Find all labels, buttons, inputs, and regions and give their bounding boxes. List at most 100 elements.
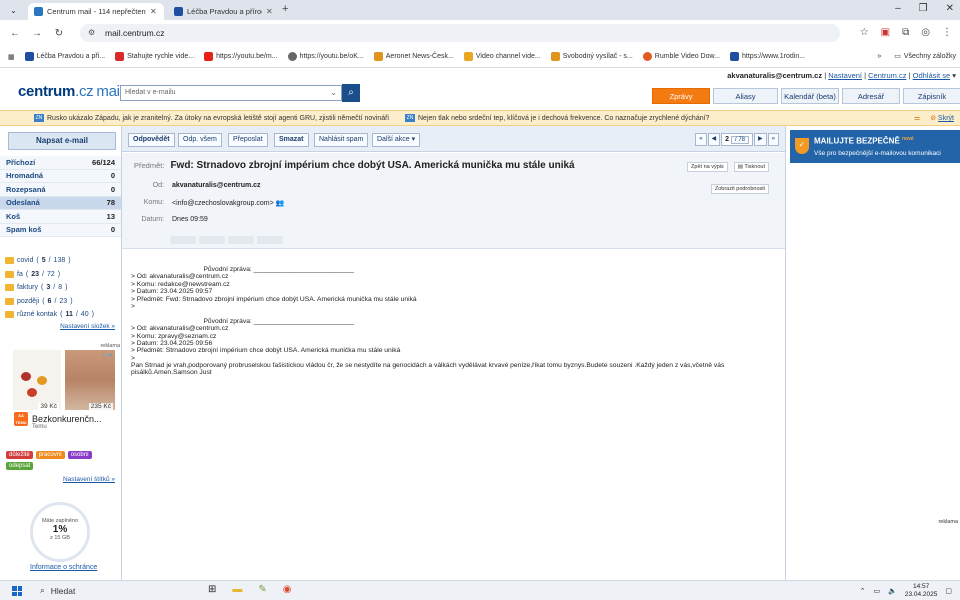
search-input[interactable]: Hledat v e-mailu ⌄ [120,85,342,101]
ad-brand[interactable]: ĀĀ TEMU Bezkonkurenčn... Temu [14,412,102,430]
app-icon[interactable]: ✎ [258,584,266,595]
subfolder-item[interactable]: různé kontak (11/40) [5,308,94,322]
tab-messages[interactable]: Zprávy [652,88,710,104]
folder-trash[interactable]: Koš 13 [0,210,121,224]
forward-button[interactable]: Přeposlat [228,133,268,147]
back-icon[interactable]: ← [8,28,22,39]
taskbar-search[interactable]: ⌕ Hledat [40,585,75,596]
profile-icon[interactable]: ◎ [921,27,930,38]
star-icon[interactable]: ☆ [860,27,869,38]
tab-search-icon[interactable]: ⌄ [7,4,20,17]
folder-settings-link[interactable]: Nastavení složek » [60,323,115,330]
bookmark-item[interactable]: Aeronet News-Česk... [373,52,454,61]
close-window-icon[interactable]: ✕ [946,3,954,14]
sidebar-ad[interactable]: 39 Kč ▷✕ 235 Kč [13,350,115,418]
more-actions-button[interactable]: Další akce ▾ [372,133,421,147]
tab-aliases[interactable]: Aliasy [713,88,778,104]
close-icon[interactable]: ✕ [266,7,274,16]
search-button[interactable]: ⌕ [342,84,360,102]
chevron-down-icon[interactable]: ⌄ [330,88,337,97]
network-icon[interactable]: ▭ [873,587,880,595]
extensions-icon[interactable]: ⧉ [902,27,909,38]
centrum-logo[interactable]: centrum.cz mail [18,83,123,100]
bookmark-item[interactable]: https://youtu.be/oK... [287,52,364,61]
minimize-icon[interactable]: – [895,3,901,14]
forward-icon[interactable]: → [30,28,44,39]
logout-link[interactable]: Odhlásit se [913,71,951,80]
delete-button[interactable]: Smazat [274,133,309,147]
bookmarks-bar: ▦ Léčba Pravdou a při... Stahujte rychle… [0,46,960,68]
label-work[interactable]: pracovní [35,451,65,459]
centrum-link[interactable]: Centrum.cz [868,71,906,80]
maximize-icon[interactable]: ❐ [919,3,928,14]
file-explorer-icon[interactable]: ▬ [232,584,242,595]
bookmark-item[interactable]: Video channel vide... [463,52,541,61]
reply-all-button[interactable]: Odp. všem [178,133,222,147]
compose-button[interactable]: Napsat e-mail [8,132,116,150]
from-value[interactable]: akvanaturalis@centrum.cz [172,182,261,189]
first-page-icon[interactable]: « [695,133,707,146]
caret-down-icon[interactable]: ▾ [952,71,956,80]
label-reply[interactable]: odepsat [6,462,34,470]
settings-sliders-icon[interactable]: ⚌ [914,114,920,122]
last-page-icon[interactable]: » [767,133,779,146]
news-item[interactable]: Nejen tlak nebo srdeční tep, klíčová je … [418,115,709,122]
folder-drafts[interactable]: Rozepsaná 0 [0,183,121,197]
volume-icon[interactable]: 🔈 [888,587,897,595]
bookmark-item[interactable]: Svobodný vysílač - s... [550,52,633,61]
pdf-extension-icon[interactable]: ▣ [881,27,890,38]
next-page-icon[interactable]: ▶ [754,133,767,146]
task-view-icon[interactable]: ⊞ [208,584,216,595]
folder-bulk[interactable]: Hromadná 0 [0,169,121,183]
site-info-icon[interactable]: ⚙ [88,28,99,39]
folder-inbox[interactable]: Příchozí 66/124 [0,156,121,170]
report-spam-button[interactable]: Nahlásit spam [314,133,369,147]
bookmark-item[interactable]: https://youtu.be/m... [204,52,278,61]
hide-news[interactable]: ⊘ Skrýt [930,114,954,122]
ad-info-icon[interactable]: ▷✕ [103,352,113,359]
tray-expand-icon[interactable]: ⌃ [860,587,866,595]
add-contact-icon[interactable]: 👥 [276,200,285,207]
browser-tab-centrum[interactable]: Centrum mail - 114 nepřečtený ✕ [28,3,164,20]
label-settings-link[interactable]: Nastavení štítků » [63,476,115,483]
reply-button[interactable]: Odpovědět [128,133,175,147]
tab-notes[interactable]: Zápisník [903,88,960,104]
clock[interactable]: 14:57 23.04.2025 [905,583,938,599]
notifications-icon[interactable]: ▢ [945,587,952,595]
prev-page-icon[interactable]: ◀ [707,133,721,146]
show-details-button[interactable]: Zobrazit podrobnosti [710,184,769,194]
subfolder-unread: 23 [31,270,39,278]
settings-link[interactable]: Nastavení [828,71,862,80]
url-field[interactable]: ⚙ mail.centrum.cz [80,24,840,42]
label-personal[interactable]: osobní [67,451,92,459]
subfolder-item[interactable]: fa (23/72) [5,268,94,282]
bookmark-item[interactable]: Léčba Pravdou a při... [24,52,105,61]
all-bookmarks[interactable]: » ▭ Všechny záložky [877,52,956,61]
chrome-icon[interactable]: ◉ [283,584,292,595]
news-item[interactable]: Rusko ukázalo Západu, jak je zranitelný.… [47,115,389,122]
browser-tab-lecba[interactable]: Léčba Pravdou a přírodními pr ✕ [168,3,280,20]
tab-calendar[interactable]: Kalendář (beta) [781,88,839,104]
back-to-list-button[interactable]: Zpět na výpis [687,162,728,172]
subfolder-item[interactable]: faktury (3/8) [5,281,94,295]
folder-sent[interactable]: Odeslaná 78 [0,196,121,210]
print-button[interactable]: ▤ Tisknout [733,162,769,172]
subfolder-item[interactable]: později (6/23) [5,295,94,309]
menu-icon[interactable]: ⋮ [942,27,952,38]
bookmark-item[interactable]: Rumble Video Dow... [642,52,720,61]
folder-spam[interactable]: Spam koš 0 [0,223,121,237]
bookmark-item[interactable]: Stahujte rychle vide... [115,52,194,61]
tab-contacts[interactable]: Adresář [842,88,900,104]
apps-icon[interactable]: ▦ [8,53,15,61]
windows-start-icon[interactable] [12,586,22,596]
reload-icon[interactable]: ↻ [52,28,66,39]
to-value[interactable]: <info@czechoslovakgroup.com> [172,200,274,207]
new-badge: nové [902,136,914,142]
bookmark-item[interactable]: https://www.1rodin... [730,52,805,61]
subfolder-item[interactable]: covid (5/138) [5,254,94,268]
new-tab-icon[interactable]: + [282,3,288,15]
label-important[interactable]: důležité [6,451,33,459]
close-icon[interactable]: ✕ [150,7,158,16]
mailbox-info-link[interactable]: Informace o schránce [30,564,97,571]
secure-mail-banner[interactable]: ✓ MAILUJTE BEZPEČNĚ nové Vše pro bezpečn… [790,130,960,163]
